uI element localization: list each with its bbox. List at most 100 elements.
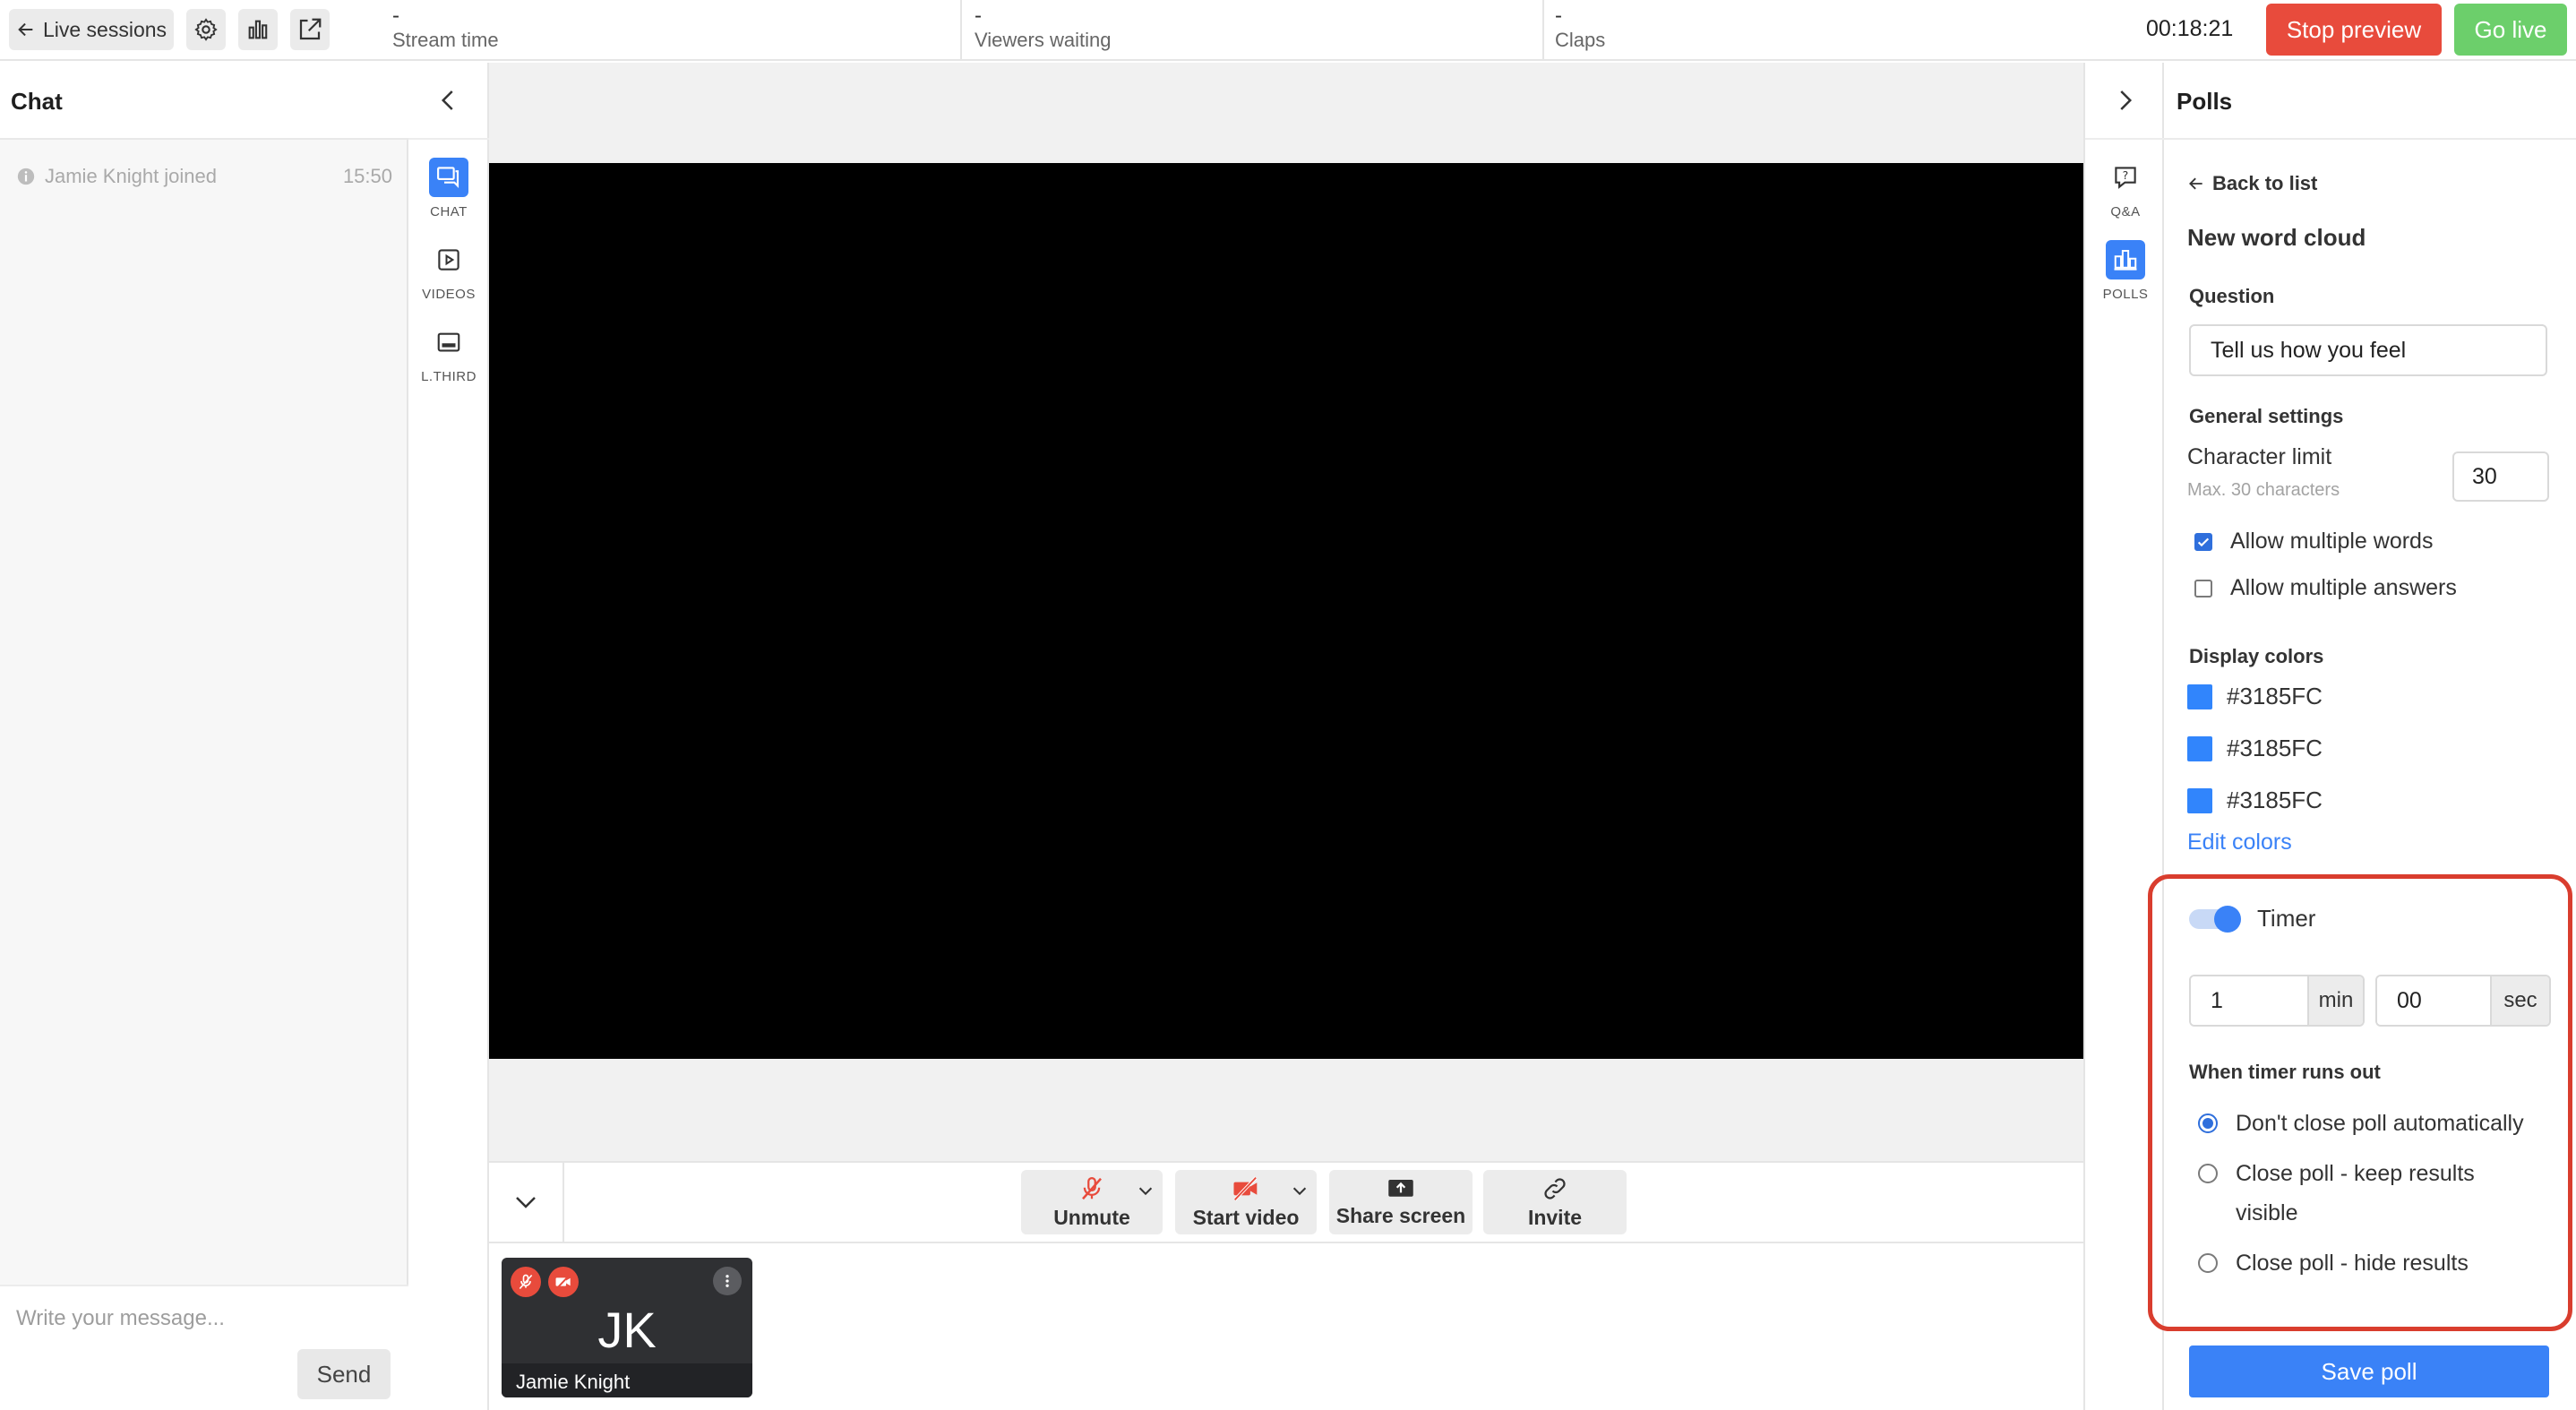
start-video-button[interactable]: Start video	[1175, 1170, 1317, 1234]
allow-multiple-answers-label: Allow multiple answers	[2230, 575, 2457, 600]
chat-message-input[interactable]	[16, 1301, 392, 1337]
go-live-button[interactable]: Go live	[2454, 4, 2567, 56]
checkmark-icon	[2197, 537, 2210, 546]
question-input[interactable]	[2189, 324, 2547, 376]
chevron-right-icon	[2120, 90, 2133, 110]
share-screen-label: Share screen	[1335, 1203, 1466, 1227]
mic-off-icon	[1082, 1176, 1102, 1199]
participant-menu-button[interactable]	[713, 1267, 742, 1295]
collapse-chat-button[interactable]	[408, 63, 489, 140]
analytics-button[interactable]	[238, 9, 278, 50]
start-video-label: Start video	[1192, 1205, 1300, 1229]
info-icon	[17, 168, 35, 185]
video-preview	[489, 163, 2083, 1059]
question-icon: ?	[2106, 158, 2145, 197]
allow-multiple-answers-option[interactable]: Allow multiple answers	[2194, 575, 2457, 601]
allow-multiple-words-option[interactable]: Allow multiple words	[2194, 529, 2433, 555]
gear-icon	[194, 18, 218, 41]
rail-item-lower-third[interactable]: L.THIRD	[408, 322, 489, 384]
share-screen-button[interactable]: Share screen	[1329, 1170, 1473, 1234]
unmute-label: Unmute	[1053, 1205, 1130, 1229]
back-to-sessions-button[interactable]: Live sessions	[9, 9, 174, 50]
participant-initials: JK	[597, 1302, 657, 1358]
color-item[interactable]: #3185FC	[2187, 683, 2323, 710]
more-vertical-icon	[726, 1275, 729, 1287]
invite-label: Invite	[1527, 1205, 1583, 1229]
settings-button[interactable]	[186, 9, 226, 50]
polls-header: Polls	[2164, 63, 2576, 140]
character-limit-label: Character limit	[2187, 444, 2332, 469]
invite-button[interactable]: Invite	[1483, 1170, 1627, 1234]
external-link-icon	[299, 18, 322, 40]
color-swatch	[2187, 735, 2212, 761]
chat-message-time: 15:50	[342, 165, 392, 187]
save-poll-button[interactable]: Save poll	[2189, 1346, 2549, 1397]
unmute-button[interactable]: Unmute	[1021, 1170, 1163, 1234]
allow-multiple-words-label: Allow multiple words	[2230, 529, 2434, 554]
open-external-button[interactable]	[290, 9, 330, 50]
question-label: Question	[2189, 285, 2275, 307]
chevron-left-icon	[441, 90, 453, 110]
timer-section-highlight	[2148, 874, 2572, 1331]
poll-heading: New word cloud	[2187, 224, 2366, 251]
chevron-down-icon[interactable]	[1290, 1181, 1309, 1200]
edit-colors-link[interactable]: Edit colors	[2187, 830, 2292, 855]
rail-item-chat[interactable]: CHAT	[408, 158, 489, 219]
participants-strip: JK Jamie Knight	[489, 1243, 2083, 1410]
character-limit-hint: Max. 30 characters	[2187, 480, 2340, 500]
participant-name: Jamie Knight	[502, 1363, 752, 1397]
rail-item-polls[interactable]: POLLS	[2085, 240, 2166, 302]
stat-stream-time: - Stream time	[392, 4, 499, 57]
allow-multiple-answers-checkbox[interactable]	[2194, 579, 2212, 598]
participant-tile[interactable]: JK Jamie Knight	[502, 1258, 752, 1397]
rail-item-label: Q&A	[2110, 204, 2141, 219]
back-to-list-label: Back to list	[2212, 172, 2318, 194]
rail-item-videos[interactable]: VIDEOS	[408, 240, 489, 302]
color-item[interactable]: #3185FC	[2187, 735, 2323, 762]
media-controls-bar: Unmute Start video Share screen Invite	[489, 1161, 2083, 1243]
rail-item-label: L.THIRD	[421, 369, 477, 384]
send-button[interactable]: Send	[297, 1349, 391, 1399]
color-value: #3185FC	[2227, 683, 2323, 709]
general-settings-label: General settings	[2189, 405, 2344, 427]
polls-title: Polls	[2177, 88, 2233, 115]
chat-title: Chat	[11, 88, 63, 115]
rail-item-qa[interactable]: ? Q&A	[2085, 158, 2166, 219]
polls-icon	[2106, 240, 2145, 279]
camera-off-icon	[1233, 1175, 1258, 1201]
collapse-controls-button[interactable]	[489, 1163, 564, 1242]
character-limit-input[interactable]	[2452, 451, 2549, 502]
display-colors-label: Display colors	[2189, 645, 2324, 667]
stat-label: Viewers waiting	[975, 29, 1112, 51]
lower-third-icon	[429, 322, 468, 362]
arrow-left-icon	[2189, 177, 2202, 190]
chat-header: Chat	[0, 63, 408, 140]
chat-message-text: Jamie Knight joined	[45, 165, 218, 187]
mic-off-icon	[519, 1274, 533, 1290]
mic-muted-badge	[511, 1267, 541, 1297]
svg-text:?: ?	[2123, 168, 2129, 182]
stat-divider	[960, 0, 962, 61]
chevron-down-icon	[516, 1197, 536, 1208]
stat-viewers-waiting: - Viewers waiting	[975, 4, 1111, 57]
collapse-polls-button[interactable]	[2085, 63, 2164, 140]
share-screen-icon	[1388, 1179, 1413, 1197]
chat-system-message: Jamie Knight joined 15:50	[16, 163, 392, 190]
stat-label: Claps	[1555, 29, 1606, 51]
stat-divider	[1542, 0, 1544, 61]
color-item[interactable]: #3185FC	[2187, 787, 2323, 814]
chevron-down-icon[interactable]	[1136, 1181, 1155, 1200]
color-value: #3185FC	[2227, 787, 2323, 813]
back-to-list-link[interactable]: Back to list	[2187, 172, 2317, 195]
stat-value: -	[392, 4, 399, 28]
back-to-sessions-label: Live sessions	[42, 17, 167, 41]
link-icon	[1544, 1177, 1566, 1199]
arrow-left-icon	[18, 22, 33, 37]
top-bar: Live sessions - Stream time - Viewers wa…	[0, 0, 2576, 61]
color-value: #3185FC	[2227, 735, 2323, 761]
chat-icon	[429, 158, 468, 197]
stop-preview-button[interactable]: Stop preview	[2266, 4, 2442, 56]
color-swatch	[2187, 787, 2212, 813]
allow-multiple-words-checkbox[interactable]	[2194, 532, 2212, 551]
rail-item-label: POLLS	[2102, 287, 2149, 302]
